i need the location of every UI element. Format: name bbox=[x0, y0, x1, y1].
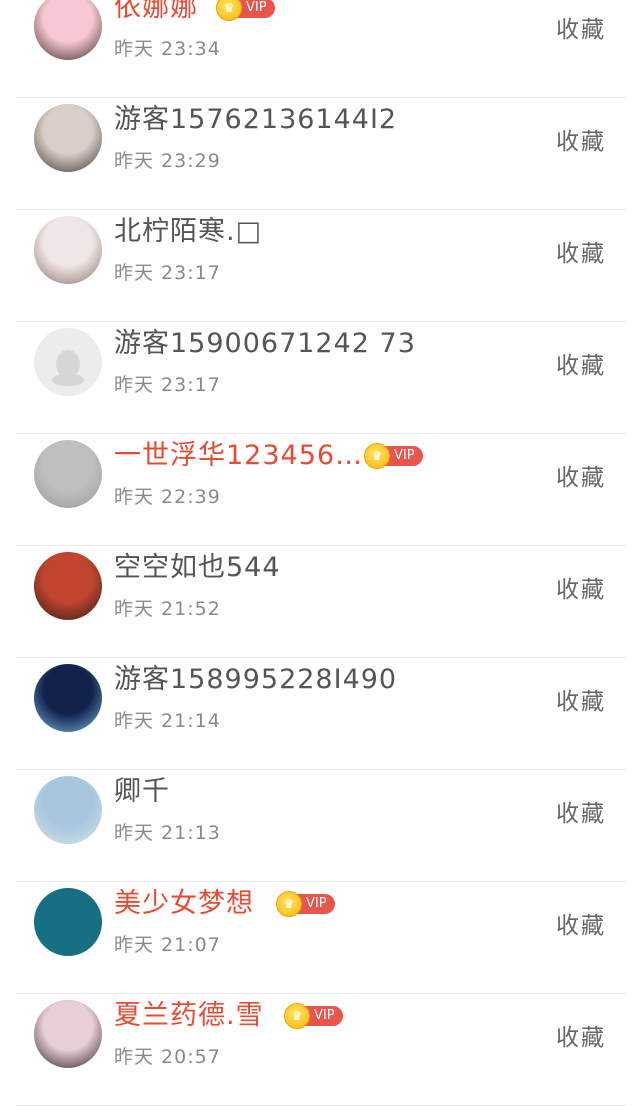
avatar[interactable] bbox=[34, 664, 102, 732]
list-item[interactable]: 北柠陌寒.□ 昨天 23:17 收藏 bbox=[0, 210, 640, 322]
vip-badge: ♛ VIP bbox=[216, 0, 275, 21]
crown-icon: ♛ bbox=[284, 1003, 310, 1029]
avatar[interactable] bbox=[34, 0, 102, 60]
list-item[interactable]: 游客15762136144I2 昨天 23:29 收藏 bbox=[0, 98, 640, 210]
collect-button[interactable]: 收藏 bbox=[556, 234, 606, 268]
list-item[interactable]: 夏兰药德.雪 ♛ VIP 昨天 20:57 收藏 bbox=[0, 994, 640, 1106]
user-name: 夏兰药德.雪 bbox=[114, 1000, 264, 1031]
collect-button[interactable]: 收藏 bbox=[556, 346, 606, 380]
crown-icon: ♛ bbox=[364, 443, 390, 469]
collect-button[interactable]: 收藏 bbox=[556, 1018, 606, 1052]
collect-button[interactable]: 收藏 bbox=[556, 794, 606, 828]
timestamp: 昨天 21:14 bbox=[114, 710, 221, 732]
timestamp: 昨天 22:39 bbox=[114, 486, 221, 508]
list-item[interactable]: 一世浮华123456… ♛ VIP 昨天 22:39 收藏 bbox=[0, 434, 640, 546]
user-name: 游客158995228I490 bbox=[114, 664, 398, 695]
avatar[interactable] bbox=[34, 440, 102, 508]
avatar[interactable] bbox=[34, 1000, 102, 1068]
collect-button[interactable]: 收藏 bbox=[556, 10, 606, 44]
timestamp: 昨天 21:52 bbox=[114, 598, 221, 620]
timestamp: 昨天 23:17 bbox=[114, 374, 221, 396]
timestamp: 昨天 23:34 bbox=[114, 38, 221, 60]
timestamp: 昨天 23:29 bbox=[114, 150, 221, 172]
collect-button[interactable]: 收藏 bbox=[556, 570, 606, 604]
avatar[interactable] bbox=[34, 552, 102, 620]
avatar[interactable] bbox=[34, 104, 102, 172]
list-item[interactable]: 美少女梦想 ♛ VIP 昨天 21:07 收藏 bbox=[0, 882, 640, 994]
crown-icon: ♛ bbox=[276, 891, 302, 917]
timestamp: 昨天 20:57 bbox=[114, 1046, 221, 1068]
collect-button[interactable]: 收藏 bbox=[556, 458, 606, 492]
user-name: 北柠陌寒.□ bbox=[114, 216, 263, 247]
collect-button[interactable]: 收藏 bbox=[556, 122, 606, 156]
user-list: 依娜娜 ♛ VIP 昨天 23:34 收藏 游客15762136144I2 昨天 23:29… bbox=[0, 0, 640, 1106]
user-name: 美少女梦想 bbox=[114, 888, 254, 919]
user-name: 游客15762136144I2 bbox=[114, 104, 398, 135]
list-item[interactable]: 游客15900671242 73 昨天 23:17 收藏 bbox=[0, 322, 640, 434]
timestamp: 昨天 21:13 bbox=[114, 822, 221, 844]
timestamp: 昨天 21:07 bbox=[114, 934, 221, 956]
list-item[interactable]: 卿千昨天 21:13 收藏 bbox=[0, 770, 640, 882]
vip-badge: ♛ VIP bbox=[284, 1003, 343, 1029]
vip-badge: ♛ VIP bbox=[364, 443, 423, 469]
collect-button[interactable]: 收藏 bbox=[556, 682, 606, 716]
list-item[interactable]: 依娜娜 ♛ VIP 昨天 23:34 收藏 bbox=[0, 0, 640, 98]
avatar[interactable] bbox=[34, 216, 102, 284]
avatar[interactable] bbox=[34, 776, 102, 844]
user-name: 空空如也544 bbox=[114, 552, 281, 583]
user-name: 游客15900671242 73 bbox=[114, 328, 416, 359]
avatar[interactable] bbox=[34, 888, 102, 956]
vip-badge: ♛ VIP bbox=[276, 891, 335, 917]
user-name: 依娜娜 bbox=[114, 0, 198, 23]
collect-button[interactable]: 收藏 bbox=[556, 906, 606, 940]
list-item[interactable]: 游客158995228I490 昨天 21:14 收藏 bbox=[0, 658, 640, 770]
user-name: 一世浮华123456… bbox=[114, 440, 364, 471]
timestamp: 昨天 23:17 bbox=[114, 262, 221, 284]
avatar[interactable] bbox=[34, 328, 102, 396]
user-name: 卿千 bbox=[114, 776, 170, 807]
list-item[interactable]: 空空如也544 昨天 21:52 收藏 bbox=[0, 546, 640, 658]
